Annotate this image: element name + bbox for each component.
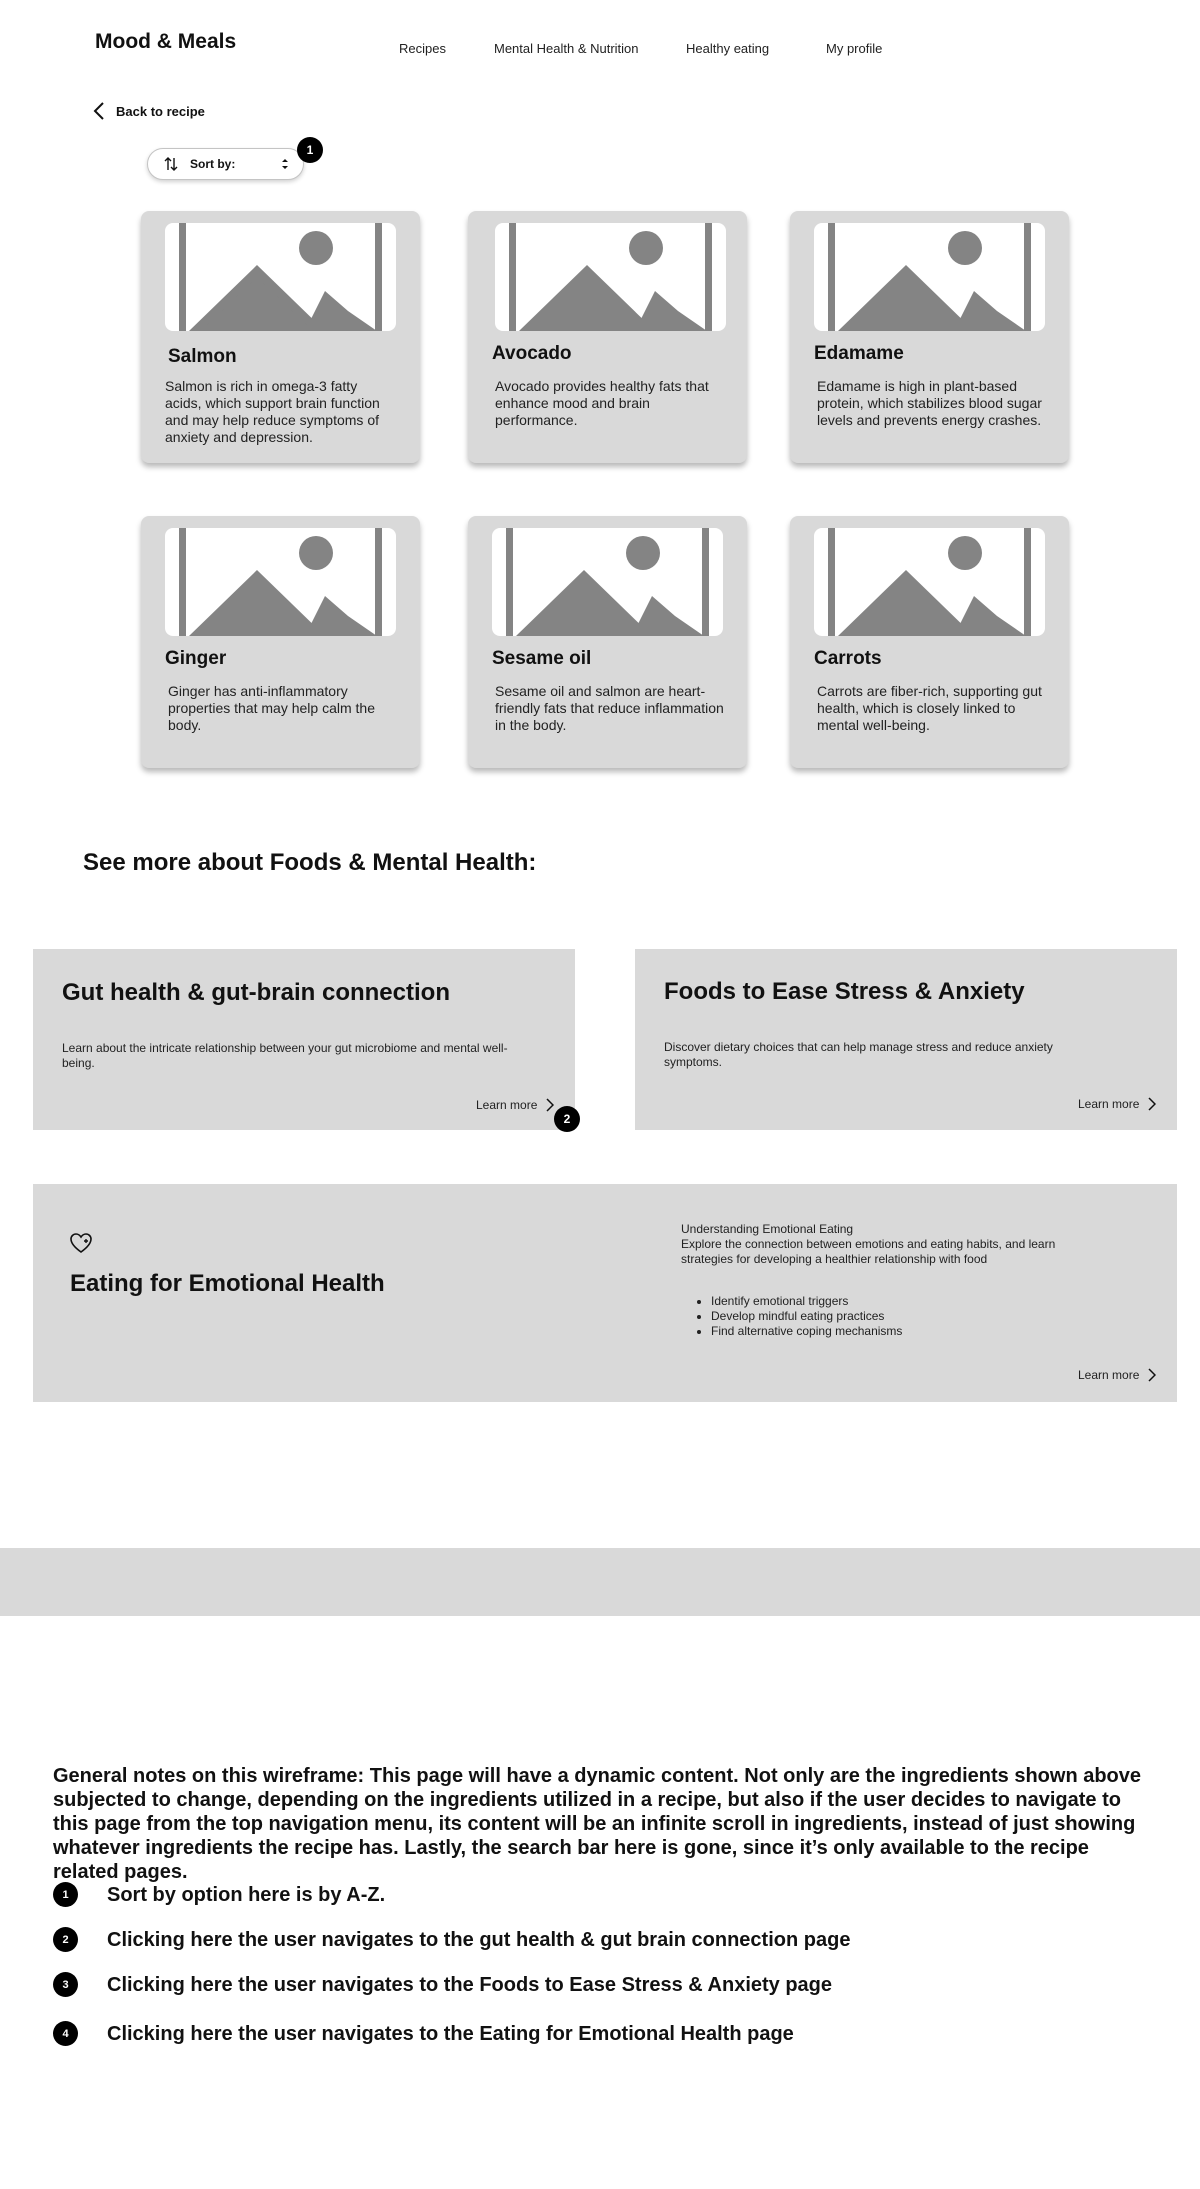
card-description: Carrots are fiber-rich, supporting gut h…	[817, 683, 1042, 733]
topic-title: Foods to Ease Stress & Anxiety	[664, 978, 1025, 1005]
back-label: Back to recipe	[116, 103, 205, 119]
nav-my-profile[interactable]: My profile	[826, 41, 882, 56]
card-title: Salmon	[168, 346, 237, 367]
nav-healthy-eating[interactable]: Healthy eating	[686, 41, 769, 56]
note-item-1: 1 Sort by option here is by A-Z.	[53, 1882, 385, 1907]
learn-more-link[interactable]: Learn more	[1078, 1368, 1157, 1382]
note-text: Clicking here the user navigates to the …	[107, 1929, 851, 1951]
card-title: Ginger	[165, 648, 227, 669]
note-text: Clicking here the user navigates to the …	[107, 1974, 833, 1996]
list-item: Find alternative coping mechanisms	[711, 1324, 902, 1339]
note-item-3: 3 Clicking here the user navigates to th…	[53, 1972, 832, 1997]
emotional-intro: Understanding Emotional Eating Explore t…	[681, 1222, 1081, 1267]
emotional-bullet-list: Identify emotional triggers Develop mind…	[701, 1294, 902, 1339]
topic-card-stress-anxiety[interactable]: Foods to Ease Stress & Anxiety Discover …	[635, 949, 1177, 1130]
list-item: Identify emotional triggers	[711, 1294, 902, 1309]
sort-dropdown[interactable]: Sort by:	[147, 148, 304, 180]
topic-card-gut-health[interactable]: Gut health & gut-brain connection Learn …	[33, 949, 575, 1130]
card-description: Salmon is rich in omega-3 fatty acids, w…	[165, 378, 380, 445]
image-placeholder-icon	[492, 528, 723, 636]
ingredient-card-sesame-oil[interactable]: Sesame oil Sesame oil and salmon are hea…	[468, 516, 747, 768]
card-description: Sesame oil and salmon are heart-friendly…	[495, 683, 724, 733]
annotation-marker-2: 2	[554, 1106, 580, 1132]
note-item-2: 2 Clicking here the user navigates to th…	[53, 1927, 850, 1952]
image-placeholder-icon	[495, 223, 726, 331]
chevron-right-icon	[1148, 1097, 1157, 1111]
card-description: Ginger has anti-inflammatory properties …	[168, 683, 375, 733]
topic-description: Learn about the intricate relationship b…	[62, 1041, 508, 1070]
ingredient-card-edamame[interactable]: Edamame Edamame is high in plant-based p…	[790, 211, 1069, 463]
section-title: See more about Foods & Mental Health:	[83, 849, 537, 876]
topic-title: Eating for Emotional Health	[70, 1270, 385, 1297]
card-description: Avocado provides healthy fats that enhan…	[495, 378, 709, 428]
annotation-marker-4: 4	[53, 2021, 78, 2046]
emotional-heading: Understanding Emotional Eating	[681, 1222, 854, 1236]
topic-title: Gut health & gut-brain connection	[62, 979, 450, 1006]
note-text: Clicking here the user navigates to the …	[107, 2023, 794, 2045]
brand-logo[interactable]: Mood & Meals	[95, 30, 236, 54]
annotation-marker-3: 3	[53, 1972, 78, 1997]
card-title: Sesame oil	[492, 648, 592, 669]
ingredient-card-salmon[interactable]: Salmon Salmon is rich in omega-3 fatty a…	[141, 211, 420, 463]
wireframe-notes: General notes on this wireframe: This pa…	[53, 1765, 1142, 1883]
ingredient-card-ginger[interactable]: Ginger Ginger has anti-inflammatory prop…	[141, 516, 420, 768]
list-item: Develop mindful eating practices	[711, 1309, 902, 1324]
nav-mental-health-nutrition[interactable]: Mental Health & Nutrition	[494, 41, 639, 56]
chevron-right-icon	[1148, 1368, 1157, 1382]
image-placeholder-icon	[165, 223, 396, 331]
chevron-left-icon	[93, 102, 104, 120]
card-title: Avocado	[492, 343, 572, 364]
image-placeholder-icon	[165, 528, 396, 636]
annotation-marker-1: 1	[53, 1882, 78, 1907]
heart-plus-icon	[70, 1233, 92, 1253]
annotation-marker-1: 1	[297, 137, 323, 163]
card-description: Edamame is high in plant-based protein, …	[817, 378, 1042, 428]
ingredient-card-avocado[interactable]: Avocado Avocado provides healthy fats th…	[468, 211, 747, 463]
sort-arrows-icon	[164, 157, 178, 171]
card-title: Carrots	[814, 648, 882, 669]
card-title: Edamame	[814, 343, 904, 364]
image-placeholder-icon	[814, 223, 1045, 331]
learn-more-link[interactable]: Learn more	[476, 1098, 555, 1112]
learn-more-link[interactable]: Learn more	[1078, 1097, 1157, 1111]
chevron-right-icon	[546, 1098, 555, 1112]
note-item-4: 4 Clicking here the user navigates to th…	[53, 2021, 794, 2046]
back-to-recipe-link[interactable]: Back to recipe	[92, 101, 205, 121]
note-text: Sort by option here is by A-Z.	[107, 1884, 386, 1906]
nav-recipes[interactable]: Recipes	[399, 41, 446, 56]
topic-card-emotional-health[interactable]: Eating for Emotional Health Understandin…	[33, 1184, 1177, 1402]
image-placeholder-icon	[814, 528, 1045, 636]
footer	[0, 1548, 1200, 1616]
topic-description: Discover dietary choices that can help m…	[664, 1040, 1053, 1069]
updown-caret-icon	[282, 159, 288, 169]
learn-more-label: Learn more	[1078, 1368, 1140, 1382]
annotation-marker-2: 2	[53, 1927, 78, 1952]
ingredient-card-carrots[interactable]: Carrots Carrots are fiber-rich, supporti…	[790, 516, 1069, 768]
emotional-description: Explore the connection between emotions …	[681, 1237, 1056, 1266]
learn-more-label: Learn more	[1078, 1097, 1140, 1111]
learn-more-label: Learn more	[476, 1098, 538, 1112]
sort-label: Sort by:	[190, 157, 236, 171]
